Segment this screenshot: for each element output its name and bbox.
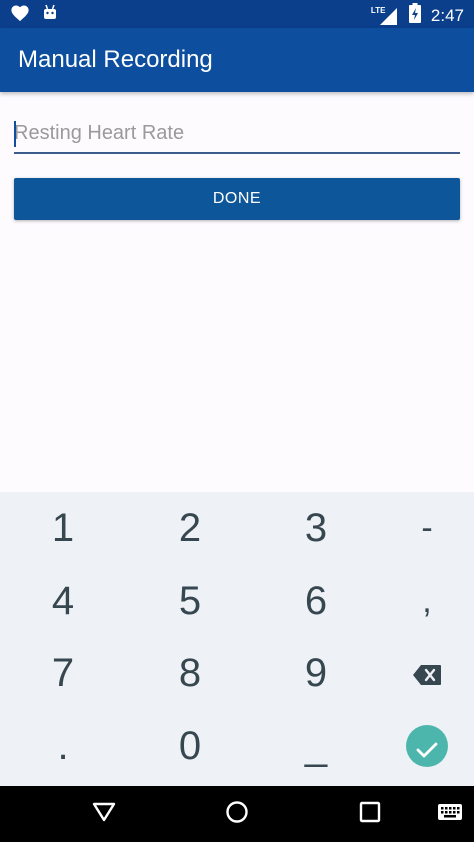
key-0[interactable]: 0 — [131, 710, 249, 782]
page-title: Manual Recording — [18, 46, 213, 73]
key-4[interactable]: 4 — [4, 565, 122, 637]
key-enter[interactable] — [368, 710, 474, 782]
key-6[interactable]: 6 — [257, 565, 375, 637]
key-space[interactable]: _ — [257, 710, 375, 782]
key-comma[interactable]: , — [368, 565, 474, 637]
back-triangle-icon — [92, 802, 116, 827]
recents-button[interactable] — [352, 796, 388, 832]
status-right-icons: LTE 2:47 — [371, 3, 464, 28]
app-bar: Manual Recording — [0, 28, 474, 92]
status-time: 2:47 — [430, 5, 464, 25]
key-3[interactable]: 3 — [257, 492, 375, 564]
battery-charging-icon — [408, 3, 421, 28]
key-7[interactable]: 7 — [4, 637, 122, 709]
recents-square-icon — [359, 801, 381, 828]
key-2[interactable]: 2 — [131, 492, 249, 564]
heart-icon — [10, 4, 30, 27]
key-period[interactable]: . — [4, 710, 122, 782]
key-1[interactable]: 1 — [4, 492, 122, 564]
check-icon — [416, 724, 438, 769]
key-backspace[interactable] — [368, 637, 474, 709]
key-minus[interactable]: - — [368, 492, 474, 564]
key-9[interactable]: 9 — [257, 637, 375, 709]
status-left-icons — [10, 4, 58, 27]
home-button[interactable] — [219, 796, 255, 832]
heart-rate-input[interactable] — [14, 114, 460, 152]
backspace-icon — [412, 651, 442, 696]
home-circle-icon — [225, 800, 249, 829]
keyboard-icon — [437, 803, 463, 826]
key-8[interactable]: 8 — [131, 637, 249, 709]
signal-icon: LTE — [371, 6, 399, 26]
key-5[interactable]: 5 — [131, 565, 249, 637]
back-button[interactable] — [86, 796, 122, 832]
heart-rate-field[interactable] — [14, 114, 460, 154]
text-caret — [14, 121, 16, 147]
enter-button[interactable] — [406, 725, 448, 767]
keyboard-switch-button[interactable] — [432, 796, 468, 832]
android-icon — [42, 4, 58, 27]
system-nav-bar — [0, 786, 474, 842]
status-bar: LTE 2:47 — [0, 0, 474, 28]
numeric-keyboard: 1 2 3 - 4 5 6 , 7 8 9 . 0 _ — [0, 492, 474, 786]
done-button[interactable]: DONE — [14, 178, 460, 220]
